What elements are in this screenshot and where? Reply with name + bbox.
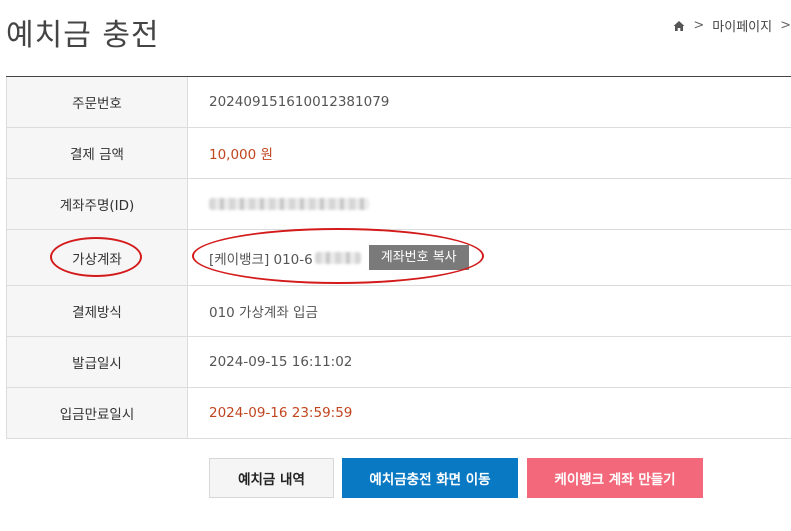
label-payment-method: 결제방식 — [6, 286, 188, 336]
value-payment-method: 010 가상계좌 입금 — [209, 305, 318, 321]
copy-account-button[interactable]: 계좌번호 복사 — [368, 245, 469, 270]
table-row: 입금만료일시 2024-09-16 23:59:59 — [6, 388, 791, 439]
page-title: 예치금 충전 — [6, 18, 160, 53]
value-issued-at: 2024-09-15 16:11:02 — [209, 354, 353, 370]
value-payment-amount: 10,000 원 — [209, 147, 273, 163]
label-virtual-account: 가상계좌 — [6, 230, 188, 285]
label-issued-at: 발급일시 — [6, 337, 188, 387]
table-row: 가상계좌 [케이뱅크] 010-6 계좌번호 복사 — [6, 230, 791, 286]
table-row: 결제방식 010 가상계좌 입금 — [6, 286, 791, 337]
virtual-account-text: [케이뱅크] 010-6 — [209, 251, 313, 268]
table-row: 발급일시 2024-09-15 16:11:02 — [6, 337, 791, 388]
breadcrumb: > 마이페이지 > — [673, 16, 791, 35]
table-row: 결제 금액 10,000 원 — [6, 128, 791, 179]
value-order-number: 202409151610012381079 — [209, 94, 390, 110]
value-virtual-account: [케이뱅크] 010-6 계좌번호 복사 — [188, 230, 791, 285]
chevron-right-icon: > — [693, 18, 705, 33]
order-info-table: 주문번호 202409151610012381079 결제 금액 10,000 … — [6, 76, 791, 439]
redacted-text — [209, 198, 369, 210]
redacted-text — [314, 251, 361, 264]
create-kbank-account-button[interactable]: 케이뱅크 계좌 만들기 — [527, 458, 703, 498]
chevron-right-icon: > — [780, 18, 791, 33]
label-order-number: 주문번호 — [6, 77, 188, 127]
value-deposit-deadline: 2024-09-16 23:59:59 — [209, 405, 353, 421]
breadcrumb-item-mypage[interactable]: 마이페이지 — [712, 16, 772, 35]
table-row: 계좌주명(ID) — [6, 179, 791, 230]
home-icon[interactable] — [673, 20, 685, 32]
value-account-holder — [188, 179, 791, 229]
go-to-charge-button[interactable]: 예치금충전 화면 이동 — [342, 458, 518, 498]
label-account-holder: 계좌주명(ID) — [6, 179, 188, 229]
label-deposit-deadline: 입금만료일시 — [6, 388, 188, 438]
deposit-history-button[interactable]: 예치금 내역 — [209, 458, 334, 498]
label-payment-amount: 결제 금액 — [6, 128, 188, 178]
table-row: 주문번호 202409151610012381079 — [6, 77, 791, 128]
